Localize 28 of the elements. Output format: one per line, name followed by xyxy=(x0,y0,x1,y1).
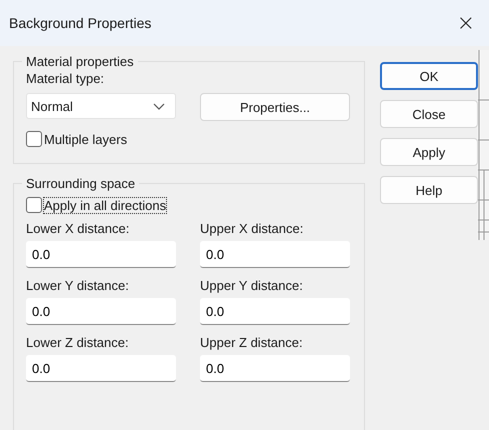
group-title: Surrounding space xyxy=(25,176,136,191)
distance-label: Lower Z distance: xyxy=(26,335,130,350)
properties-button[interactable]: Properties... xyxy=(200,93,350,121)
distance-label: Lower X distance: xyxy=(26,221,130,236)
checkbox-label: Apply in all directions xyxy=(44,198,166,212)
dialog-button[interactable]: Help xyxy=(380,176,478,204)
distance-field[interactable]: 0.0 xyxy=(200,355,350,382)
chevron-down-icon xyxy=(153,102,165,110)
checkbox-label: Multiple layers xyxy=(44,132,128,146)
material-type-dropdown[interactable]: Normal xyxy=(26,93,176,119)
distance-field[interactable]: 0.0 xyxy=(26,241,176,268)
distance-label: Upper Y distance: xyxy=(200,278,304,293)
checkbox[interactable] xyxy=(26,197,42,213)
distance-field[interactable]: 0.0 xyxy=(26,298,176,325)
close-button[interactable]: × xyxy=(450,10,481,36)
checkbox[interactable] xyxy=(26,131,42,147)
window-title: Background Properties xyxy=(9,15,152,31)
distance-label: Upper X distance: xyxy=(200,221,304,236)
dialog-button[interactable]: Close xyxy=(380,100,478,128)
group-title: Material properties xyxy=(25,54,135,69)
distance-field[interactable]: 0.0 xyxy=(200,241,350,268)
material-type-label: Material type: xyxy=(26,71,106,86)
distance-field[interactable]: 0.0 xyxy=(26,355,176,382)
dialog-button[interactable]: Apply xyxy=(380,138,478,166)
distance-label: Upper Z distance: xyxy=(200,335,304,350)
dialog-button[interactable]: OK xyxy=(380,62,478,90)
distance-field[interactable]: 0.0 xyxy=(200,298,350,325)
distance-label: Lower Y distance: xyxy=(26,278,130,293)
